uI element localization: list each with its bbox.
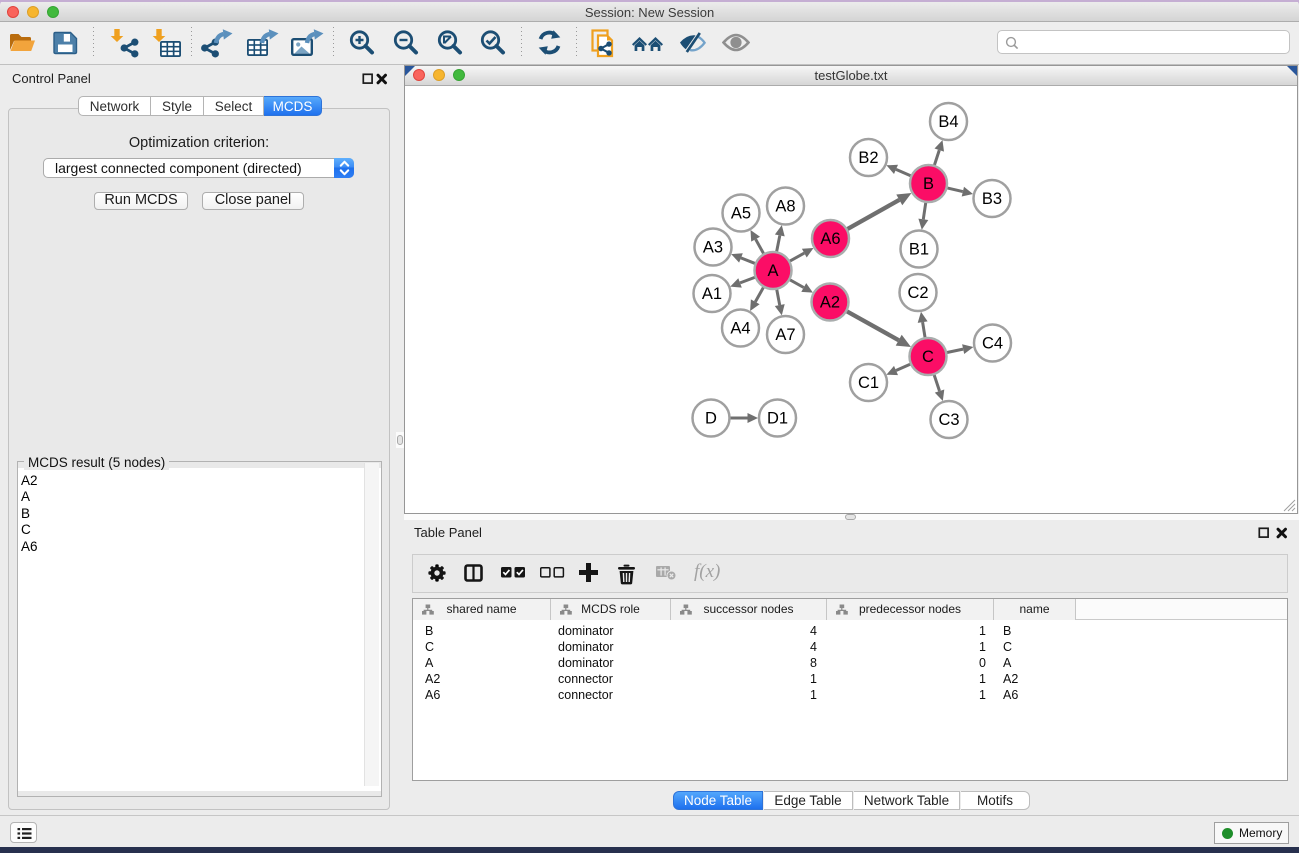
svg-text:A: A (767, 262, 778, 280)
svg-text:A1: A1 (702, 285, 722, 303)
svg-text:A8: A8 (775, 198, 795, 216)
svg-text:C: C (922, 348, 934, 366)
svg-text:D: D (705, 410, 717, 428)
svg-text:A7: A7 (775, 326, 795, 344)
svg-text:C3: C3 (938, 411, 959, 429)
svg-text:D1: D1 (767, 410, 788, 428)
svg-text:B1: B1 (909, 241, 929, 259)
svg-text:C1: C1 (858, 374, 879, 392)
svg-text:B4: B4 (938, 113, 958, 131)
svg-text:B: B (923, 175, 934, 193)
svg-text:A5: A5 (731, 205, 751, 223)
svg-text:C4: C4 (982, 335, 1003, 353)
svg-text:B3: B3 (982, 190, 1002, 208)
svg-text:C2: C2 (907, 284, 928, 302)
svg-text:B2: B2 (858, 149, 878, 167)
svg-text:A4: A4 (730, 320, 750, 338)
svg-text:A6: A6 (820, 230, 840, 248)
svg-text:A2: A2 (820, 294, 840, 312)
svg-text:A3: A3 (703, 239, 723, 257)
